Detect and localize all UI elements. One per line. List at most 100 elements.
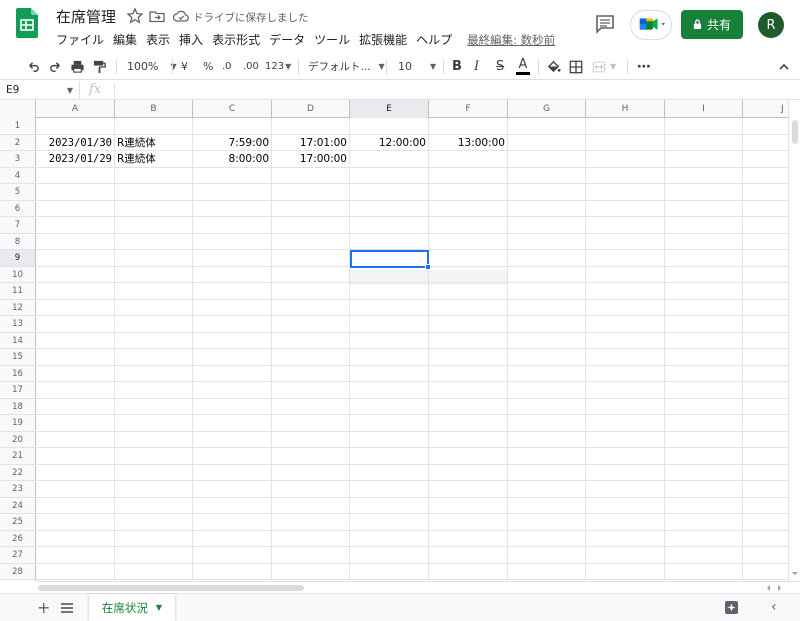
- cell-h10[interactable]: [586, 266, 665, 282]
- cell-b15[interactable]: [115, 349, 193, 365]
- cell-d16[interactable]: [272, 365, 350, 381]
- cell-c2[interactable]: 7:59:00: [193, 134, 272, 150]
- cell-g27[interactable]: [508, 547, 586, 563]
- cell-d11[interactable]: [272, 283, 350, 299]
- zoom-select[interactable]: 100% ▼: [127, 53, 177, 80]
- cell-e20[interactable]: [350, 431, 429, 447]
- cell-f17[interactable]: [429, 382, 508, 398]
- cell-g1[interactable]: [508, 118, 586, 134]
- cell-i1[interactable]: [665, 118, 743, 134]
- menu-edit[interactable]: 編集: [113, 31, 137, 49]
- cell-a14[interactable]: [36, 332, 115, 348]
- row-header-11[interactable]: 11: [0, 283, 36, 299]
- cell-e10[interactable]: [350, 266, 429, 282]
- cell-e3[interactable]: [350, 151, 429, 167]
- cell-e18[interactable]: [350, 398, 429, 414]
- cell-e2[interactable]: 12:00:00: [350, 134, 429, 150]
- cell-g4[interactable]: [508, 167, 586, 183]
- cell-f27[interactable]: [429, 547, 508, 563]
- cell-g15[interactable]: [508, 349, 586, 365]
- row-header-18[interactable]: 18: [0, 398, 36, 414]
- cell-f3[interactable]: [429, 151, 508, 167]
- cell-a17[interactable]: [36, 382, 115, 398]
- cell-c8[interactable]: [193, 233, 272, 249]
- cell-i13[interactable]: [665, 316, 743, 332]
- row-header-23[interactable]: 23: [0, 481, 36, 497]
- row-header-6[interactable]: 6: [0, 200, 36, 216]
- cell-h3[interactable]: [586, 151, 665, 167]
- cell-c22[interactable]: [193, 464, 272, 480]
- cell-d3[interactable]: 17:00:00: [272, 151, 350, 167]
- cell-c12[interactable]: [193, 299, 272, 315]
- cell-h23[interactable]: [586, 481, 665, 497]
- cell-c18[interactable]: [193, 398, 272, 414]
- cell-d14[interactable]: [272, 332, 350, 348]
- cell-g7[interactable]: [508, 217, 586, 233]
- cell-d1[interactable]: [272, 118, 350, 134]
- cell-i11[interactable]: [665, 283, 743, 299]
- row-header-1[interactable]: 1: [0, 118, 36, 134]
- cell-h24[interactable]: [586, 497, 665, 513]
- cell-c23[interactable]: [193, 481, 272, 497]
- cell-h9[interactable]: [586, 250, 665, 266]
- cell-i12[interactable]: [665, 299, 743, 315]
- cell-e11[interactable]: [350, 283, 429, 299]
- cell-f5[interactable]: [429, 184, 508, 200]
- cell-g25[interactable]: [508, 514, 586, 530]
- cell-c5[interactable]: [193, 184, 272, 200]
- cell-a20[interactable]: [36, 431, 115, 447]
- cell-b27[interactable]: [115, 547, 193, 563]
- cell-f13[interactable]: [429, 316, 508, 332]
- cell-g13[interactable]: [508, 316, 586, 332]
- column-header-b[interactable]: B: [115, 100, 193, 118]
- cell-f9[interactable]: [429, 250, 508, 266]
- cell-f21[interactable]: [429, 448, 508, 464]
- cell-a1[interactable]: [36, 118, 115, 134]
- cell-i9[interactable]: [665, 250, 743, 266]
- last-edit-link[interactable]: 最終編集: 数秒前: [467, 31, 555, 49]
- cell-a2[interactable]: 2023/01/30: [36, 134, 115, 150]
- merge-cells-button[interactable]: ▼: [592, 53, 616, 80]
- cell-b7[interactable]: [115, 217, 193, 233]
- cell-e28[interactable]: [350, 563, 429, 579]
- cell-c21[interactable]: [193, 448, 272, 464]
- cell-d17[interactable]: [272, 382, 350, 398]
- cell-d28[interactable]: [272, 563, 350, 579]
- cell-b20[interactable]: [115, 431, 193, 447]
- cell-f8[interactable]: [429, 233, 508, 249]
- meet-button[interactable]: [630, 10, 672, 40]
- cell-b10[interactable]: [115, 266, 193, 282]
- cell-b18[interactable]: [115, 398, 193, 414]
- cell-f10[interactable]: [429, 266, 508, 282]
- cell-f1[interactable]: [429, 118, 508, 134]
- cell-d19[interactable]: [272, 415, 350, 431]
- cell-b24[interactable]: [115, 497, 193, 513]
- scroll-down-arrow-icon[interactable]: [791, 570, 799, 578]
- cell-i8[interactable]: [665, 233, 743, 249]
- side-panel-chevron-icon[interactable]: ‹: [771, 599, 777, 615]
- cell-h22[interactable]: [586, 464, 665, 480]
- cell-a16[interactable]: [36, 365, 115, 381]
- cell-i18[interactable]: [665, 398, 743, 414]
- cell-b19[interactable]: [115, 415, 193, 431]
- cell-h8[interactable]: [586, 233, 665, 249]
- cell-g8[interactable]: [508, 233, 586, 249]
- row-header-14[interactable]: 14: [0, 332, 36, 348]
- column-header-i[interactable]: I: [665, 100, 743, 118]
- cell-i27[interactable]: [665, 547, 743, 563]
- cell-e27[interactable]: [350, 547, 429, 563]
- cell-b5[interactable]: [115, 184, 193, 200]
- row-header-9[interactable]: 9: [0, 250, 36, 266]
- cell-a22[interactable]: [36, 464, 115, 480]
- column-header-a[interactable]: A: [36, 100, 115, 118]
- cell-g18[interactable]: [508, 398, 586, 414]
- cell-b3[interactable]: R連続体: [115, 151, 193, 167]
- cell-a7[interactable]: [36, 217, 115, 233]
- cell-h21[interactable]: [586, 448, 665, 464]
- cell-i21[interactable]: [665, 448, 743, 464]
- cell-d13[interactable]: [272, 316, 350, 332]
- cell-c15[interactable]: [193, 349, 272, 365]
- row-header-4[interactable]: 4: [0, 167, 36, 183]
- cell-g14[interactable]: [508, 332, 586, 348]
- redo-button[interactable]: [48, 53, 63, 80]
